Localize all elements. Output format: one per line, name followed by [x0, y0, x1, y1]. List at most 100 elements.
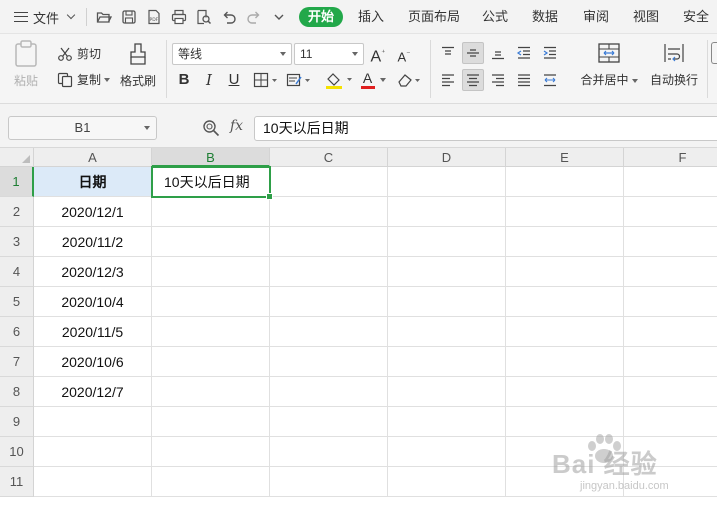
tab-data[interactable]: 数据: [532, 7, 558, 27]
column-header-f[interactable]: F: [624, 148, 717, 167]
font-name-select[interactable]: 等线: [172, 43, 292, 65]
zoom-function-button[interactable]: [202, 119, 220, 140]
cell-e11[interactable]: [506, 467, 624, 497]
cell-d2[interactable]: [388, 197, 506, 227]
cell-b8[interactable]: [152, 377, 270, 407]
cell-f10[interactable]: [624, 437, 717, 467]
font-color-button[interactable]: A: [358, 69, 388, 91]
cell-f9[interactable]: [624, 407, 717, 437]
italic-button[interactable]: I: [199, 70, 219, 90]
cell-e6[interactable]: [506, 317, 624, 347]
cell-c6[interactable]: [270, 317, 388, 347]
cell-b9[interactable]: [152, 407, 270, 437]
file-menu[interactable]: 文件: [14, 8, 76, 26]
shrink-font-button[interactable]: A⁻: [394, 44, 414, 64]
cell-f11[interactable]: [624, 467, 717, 497]
cell-c8[interactable]: [270, 377, 388, 407]
increase-indent-button[interactable]: [539, 42, 561, 64]
cell-a10[interactable]: [34, 437, 152, 467]
row-header-7[interactable]: 7: [0, 347, 34, 377]
cell-d9[interactable]: [388, 407, 506, 437]
tab-security[interactable]: 安全: [683, 7, 709, 27]
cell-e1[interactable]: [506, 167, 624, 197]
cell-e7[interactable]: [506, 347, 624, 377]
formula-input[interactable]: 10天以后日期: [254, 116, 717, 141]
cell-c5[interactable]: [270, 287, 388, 317]
cell-a7[interactable]: 2020/10/6: [34, 347, 152, 377]
cell-b6[interactable]: [152, 317, 270, 347]
cell-c1[interactable]: [270, 167, 388, 197]
row-header-5[interactable]: 5: [0, 287, 34, 317]
cell-a4[interactable]: 2020/12/3: [34, 257, 152, 287]
merge-center-button[interactable]: 合并居中: [578, 42, 640, 88]
column-header-d[interactable]: D: [388, 148, 506, 167]
cell-d4[interactable]: [388, 257, 506, 287]
cell-e9[interactable]: [506, 407, 624, 437]
cell-a1[interactable]: 日期: [34, 167, 152, 197]
cell-c2[interactable]: [270, 197, 388, 227]
row-header-10[interactable]: 10: [0, 437, 34, 467]
tab-view[interactable]: 视图: [633, 7, 659, 27]
align-top-button[interactable]: [437, 42, 459, 64]
insert-function-button[interactable]: fx: [230, 118, 243, 134]
cell-e3[interactable]: [506, 227, 624, 257]
row-header-8[interactable]: 8: [0, 377, 34, 407]
ribbon-overflow-button[interactable]: [711, 42, 717, 64]
column-header-e[interactable]: E: [506, 148, 624, 167]
cell-f4[interactable]: [624, 257, 717, 287]
cell-style-button[interactable]: [284, 69, 314, 91]
cell-b11[interactable]: [152, 467, 270, 497]
cell-b7[interactable]: [152, 347, 270, 377]
cell-f5[interactable]: [624, 287, 717, 317]
grow-font-button[interactable]: A⁺: [368, 43, 388, 65]
cell-e10[interactable]: [506, 437, 624, 467]
cell-d11[interactable]: [388, 467, 506, 497]
row-header-2[interactable]: 2: [0, 197, 34, 227]
cell-f8[interactable]: [624, 377, 717, 407]
row-header-1[interactable]: 1: [0, 167, 34, 197]
cell-e4[interactable]: [506, 257, 624, 287]
clear-format-button[interactable]: [394, 69, 424, 91]
cell-b10[interactable]: [152, 437, 270, 467]
tab-insert[interactable]: 插入: [358, 7, 384, 27]
align-right-button[interactable]: [487, 69, 509, 91]
cut-button[interactable]: 剪切: [57, 45, 101, 62]
decrease-indent-button[interactable]: [513, 42, 535, 64]
cell-e2[interactable]: [506, 197, 624, 227]
tab-review[interactable]: 审阅: [583, 7, 609, 27]
column-header-c[interactable]: C: [270, 148, 388, 167]
cell-d8[interactable]: [388, 377, 506, 407]
cell-a3[interactable]: 2020/11/2: [34, 227, 152, 257]
cell-f3[interactable]: [624, 227, 717, 257]
row-header-9[interactable]: 9: [0, 407, 34, 437]
cell-c10[interactable]: [270, 437, 388, 467]
cell-a11[interactable]: [34, 467, 152, 497]
cell-e8[interactable]: [506, 377, 624, 407]
cell-f2[interactable]: [624, 197, 717, 227]
column-header-a[interactable]: A: [34, 148, 152, 167]
align-left-button[interactable]: [437, 69, 459, 91]
underline-button[interactable]: U: [224, 70, 244, 90]
undo-icon[interactable]: [220, 8, 238, 26]
cell-b1[interactable]: 10天以后日期: [152, 167, 270, 197]
tab-formulas[interactable]: 公式: [482, 7, 508, 27]
redo-icon[interactable]: [245, 8, 263, 26]
select-all-corner[interactable]: [0, 148, 34, 167]
tab-home[interactable]: 开始: [299, 7, 344, 27]
cell-e5[interactable]: [506, 287, 624, 317]
row-header-4[interactable]: 4: [0, 257, 34, 287]
print-preview-icon[interactable]: [195, 8, 213, 26]
distributed-align-button[interactable]: [539, 69, 561, 91]
cell-a2[interactable]: 2020/12/1: [34, 197, 152, 227]
cell-a6[interactable]: 2020/11/5: [34, 317, 152, 347]
cell-f1[interactable]: [624, 167, 717, 197]
print-icon[interactable]: [170, 8, 188, 26]
cell-f6[interactable]: [624, 317, 717, 347]
cell-c7[interactable]: [270, 347, 388, 377]
format-painter-button[interactable]: 格式刷: [119, 42, 157, 89]
paste-button[interactable]: 粘贴: [10, 40, 42, 89]
cell-b2[interactable]: [152, 197, 270, 227]
cell-f7[interactable]: [624, 347, 717, 377]
tab-page-layout[interactable]: 页面布局: [408, 7, 460, 27]
justify-button[interactable]: [513, 69, 535, 91]
